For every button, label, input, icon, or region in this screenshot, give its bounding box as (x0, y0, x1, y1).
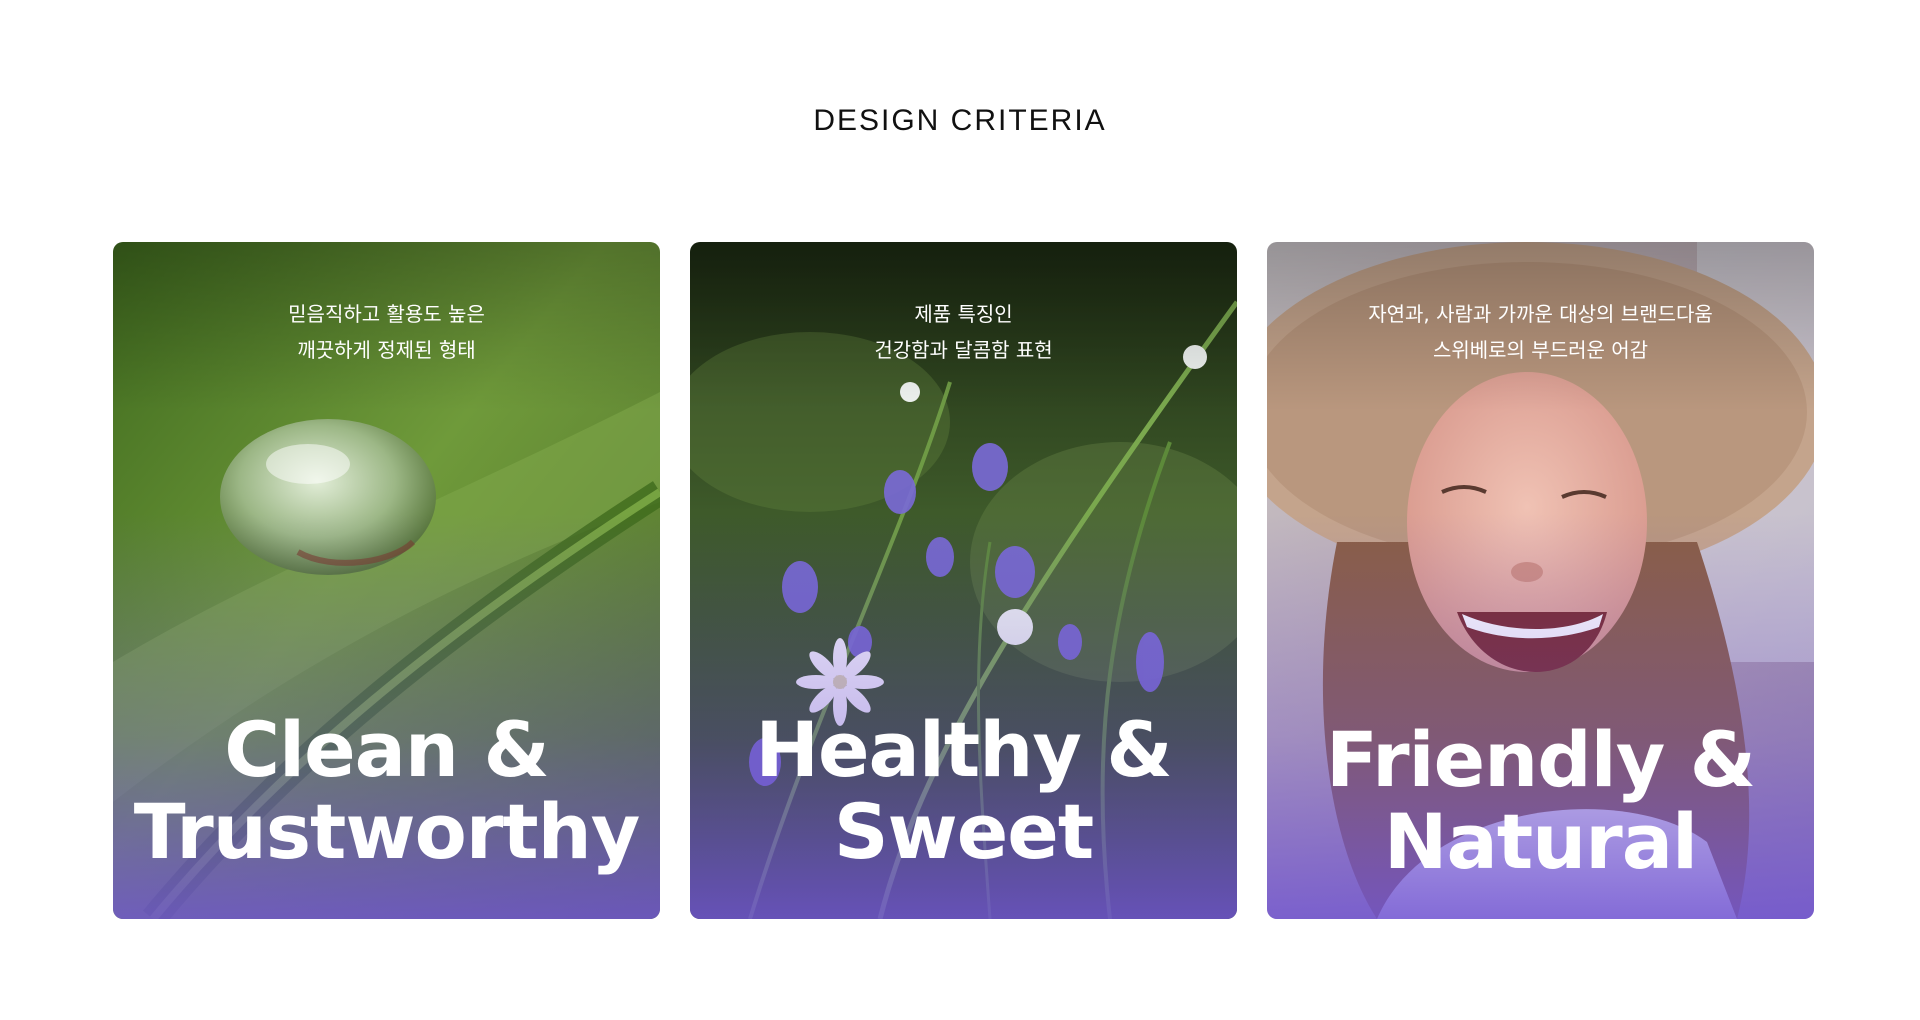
subtitle-line-1: 자연과, 사람과 가까운 대상의 브랜드다움 (1368, 302, 1713, 326)
criteria-card-healthy: 제품 특징인 건강함과 달콤함 표현 Healthy & Sweet (690, 242, 1237, 919)
subtitle-line-2: 건강함과 달콤함 표현 (874, 338, 1053, 362)
card-subtitle: 자연과, 사람과 가까운 대상의 브랜드다움 스위베로의 부드러운 어감 (1267, 296, 1814, 368)
headline-line-2: Sweet (833, 787, 1094, 876)
headline-line-1: Clean & (224, 705, 550, 794)
headline-line-2: Natural (1383, 797, 1698, 886)
criteria-card-clean: 믿음직하고 활용도 높은 깨끗하게 정제된 형태 Clean & Trustwo… (113, 242, 660, 919)
headline-line-1: Friendly & (1326, 715, 1756, 804)
headline-line-2: Trustworthy (133, 787, 641, 876)
subtitle-line-1: 제품 특징인 (914, 302, 1013, 326)
page-title: DESIGN CRITERIA (813, 104, 1107, 137)
card-headline: Healthy & Sweet (690, 709, 1237, 873)
card-headline: Friendly & Natural (1267, 719, 1814, 883)
subtitle-line-2: 깨끗하게 정제된 형태 (297, 338, 476, 362)
criteria-card-friendly: 자연과, 사람과 가까운 대상의 브랜드다움 스위베로의 부드러운 어감 Fri… (1267, 242, 1814, 919)
card-subtitle: 믿음직하고 활용도 높은 깨끗하게 정제된 형태 (113, 296, 660, 368)
headline-line-1: Healthy & (755, 705, 1172, 794)
card-subtitle: 제품 특징인 건강함과 달콤함 표현 (690, 296, 1237, 368)
subtitle-line-1: 믿음직하고 활용도 높은 (288, 302, 485, 326)
card-headline: Clean & Trustworthy (113, 709, 660, 873)
subtitle-line-2: 스위베로의 부드러운 어감 (1432, 338, 1649, 362)
